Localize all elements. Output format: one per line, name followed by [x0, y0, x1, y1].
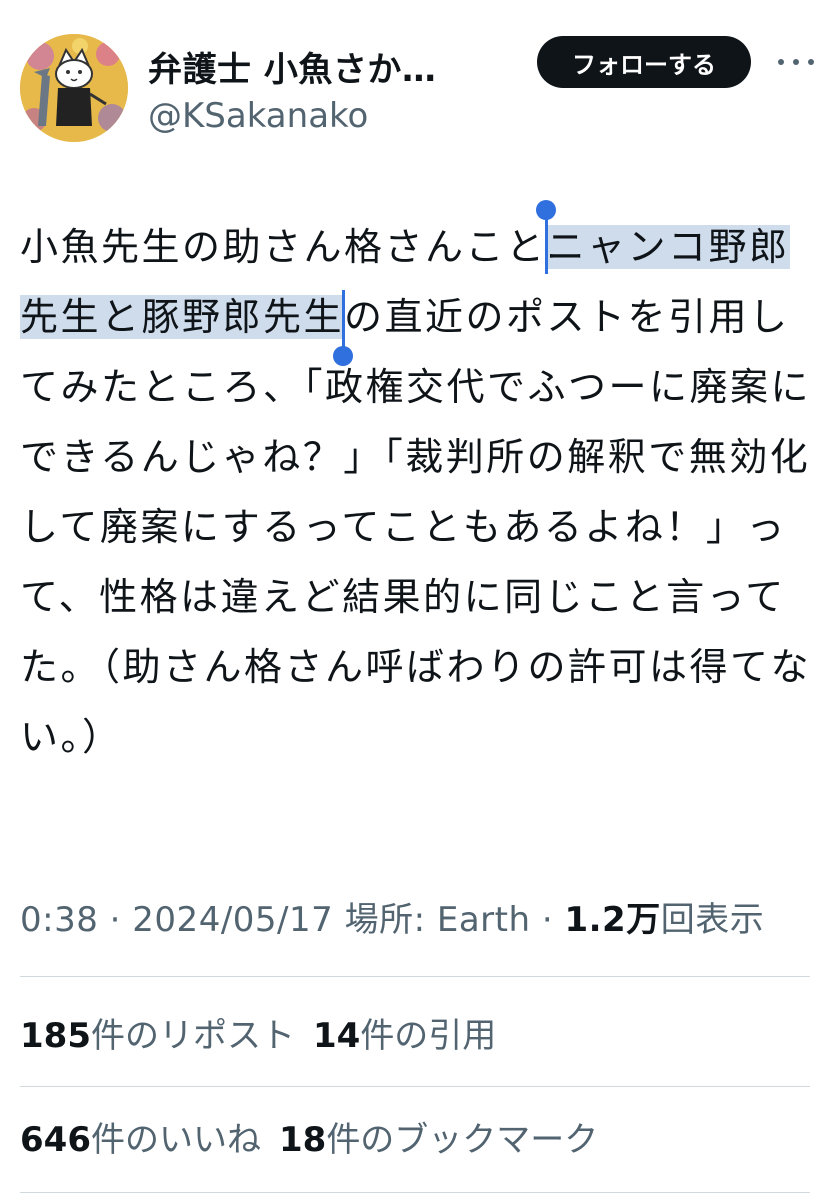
tweet-date[interactable]: 2024/05/17	[132, 900, 333, 940]
quotes-count: 14	[312, 1016, 361, 1056]
avatar[interactable]	[20, 34, 128, 142]
likes-stat[interactable]: 646件のいいね	[20, 1120, 261, 1160]
tweet-time[interactable]: 0:38	[20, 900, 98, 940]
tweet-meta: 0:38 · 2024/05/17 場所: Earth · 1.2万回表示	[20, 892, 764, 941]
views-label: 回表示	[660, 900, 765, 940]
tweet-text-before: 小魚先生の助さん格さんこと	[20, 225, 547, 269]
reposts-count: 185	[20, 1016, 91, 1056]
divider	[20, 976, 810, 977]
cat-with-fish-avatar-icon	[20, 34, 128, 142]
quotes-stat[interactable]: 14件の引用	[313, 1016, 496, 1056]
meta-separator: ·	[541, 900, 554, 940]
likes-label: 件のいいね	[90, 1120, 261, 1160]
reposts-stat[interactable]: 185件のリポスト	[20, 1016, 295, 1056]
tweet-text: 小魚先生の助さん格さんこと ニャンコ野郎先生と豚野郎先生 の直近のポストを引用してみ…	[20, 200, 820, 772]
quotes-label: 件の引用	[360, 1016, 497, 1056]
follow-button[interactable]: フォローする	[537, 36, 751, 88]
divider	[20, 1192, 810, 1193]
views-count: 1.2万	[564, 900, 661, 940]
tweet-header: 弁護士 小魚さか… @KSakanako フォローする	[0, 0, 829, 150]
tweet-text-after: の直近のポストを引用してみたところ、「政権交代でふつーに廃案にできるんじゃね？」…	[20, 295, 812, 759]
reposts-label: 件のリポスト	[90, 1016, 295, 1056]
divider	[20, 1086, 810, 1087]
stats-row-reposts: 185件のリポスト 14件の引用	[20, 1008, 514, 1057]
likes-count: 646	[20, 1120, 91, 1160]
bookmarks-count: 18	[278, 1120, 327, 1160]
author-display-name[interactable]: 弁護士 小魚さか…	[148, 42, 436, 91]
author-handle[interactable]: @KSakanako	[148, 96, 368, 136]
bookmarks-stat[interactable]: 18件のブックマーク	[279, 1120, 598, 1160]
meta-separator: ·	[109, 900, 121, 940]
tweet-location: 場所: Earth	[344, 900, 531, 940]
bookmarks-label: 件のブックマーク	[326, 1120, 599, 1160]
more-horizontal-icon[interactable]	[778, 50, 814, 74]
stats-row-likes: 646件のいいね 18件のブックマーク	[20, 1112, 616, 1161]
